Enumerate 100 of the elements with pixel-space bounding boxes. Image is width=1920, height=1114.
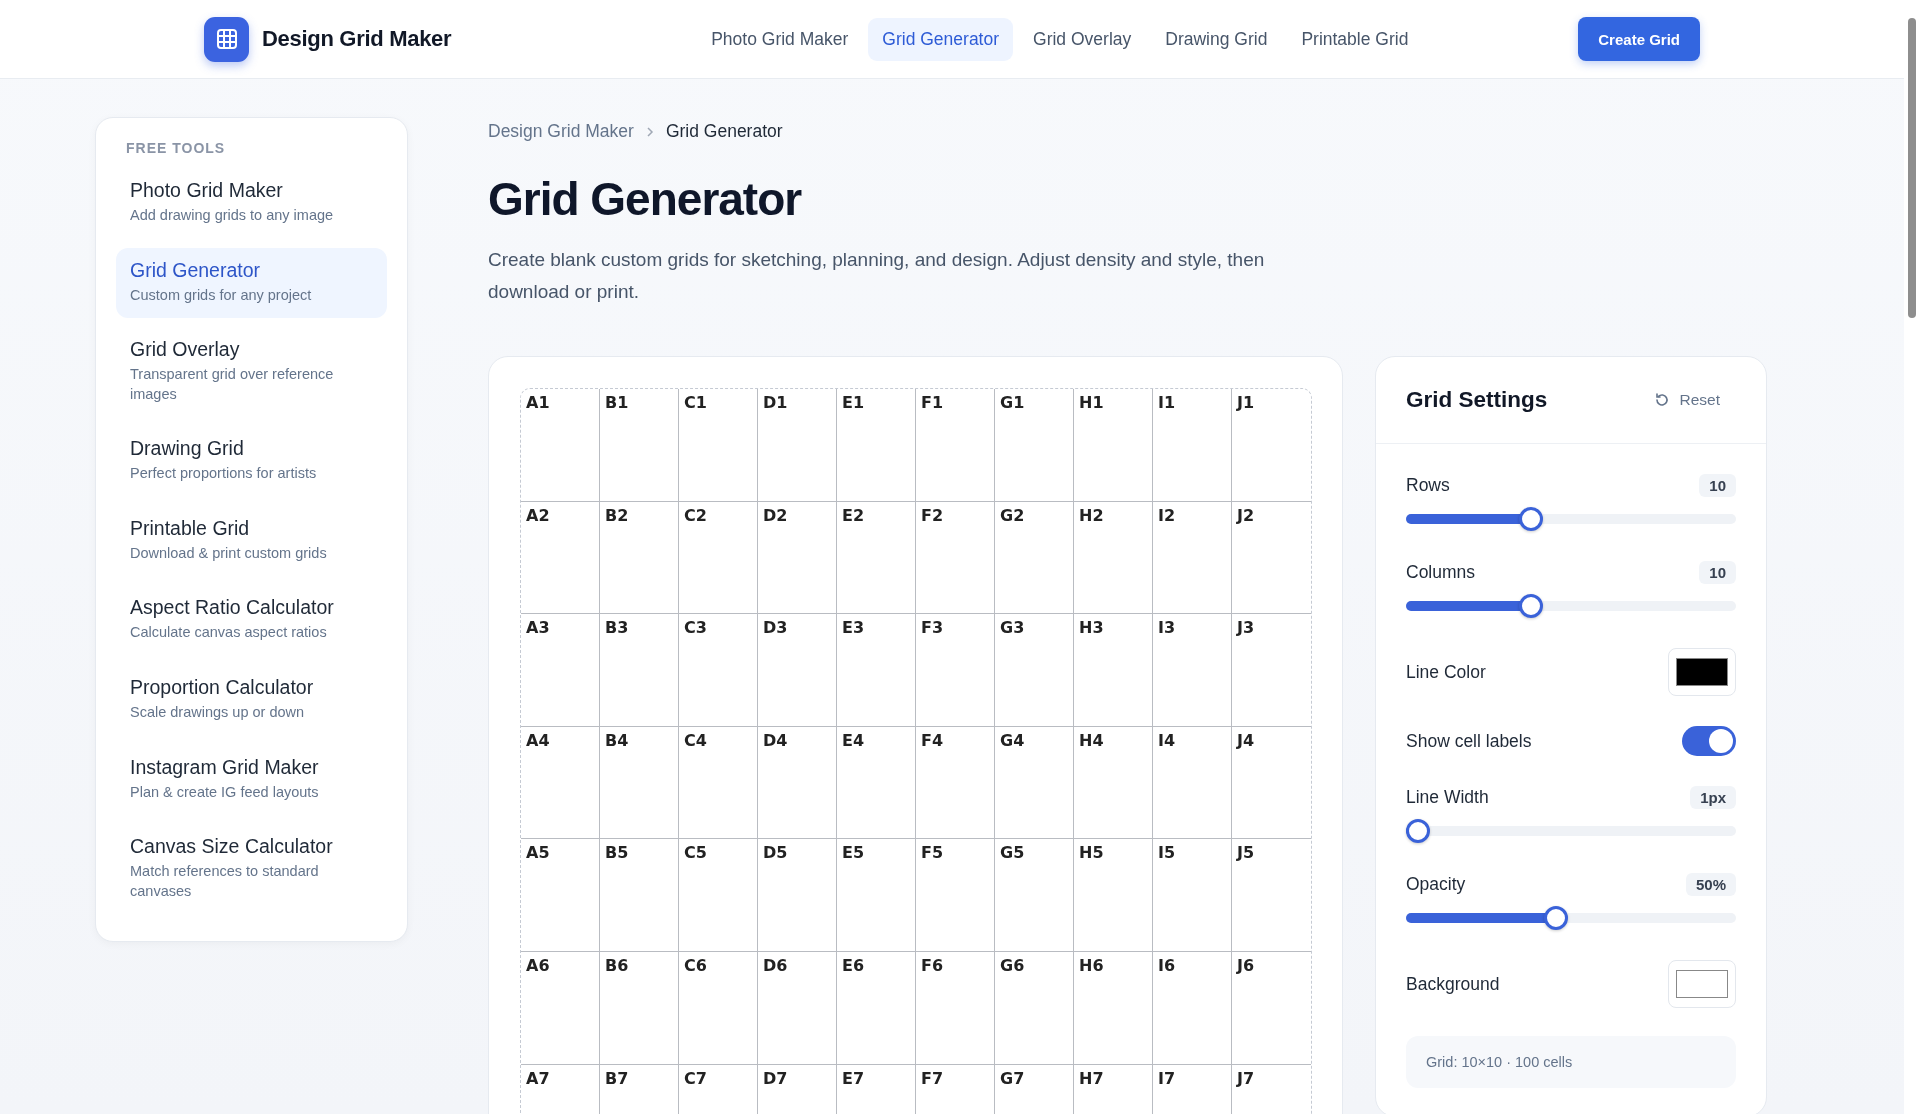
- grid-cell: J5: [1232, 839, 1311, 952]
- grid-cell: C7: [679, 1064, 758, 1114]
- grid-cell: I6: [1153, 951, 1232, 1065]
- grid-cell: E1: [837, 389, 916, 502]
- grid-cell: C4: [679, 726, 758, 840]
- sidebar-item-subtitle: Scale drawings up or down: [130, 702, 306, 722]
- grid-cell: C2: [679, 501, 758, 615]
- grid-cell: G7: [995, 1064, 1074, 1114]
- grid-cell: B2: [600, 501, 679, 615]
- grid-cell: I2: [1153, 501, 1232, 615]
- setting-value: 1px: [1690, 786, 1736, 809]
- scrollbar[interactable]: [1904, 0, 1920, 1114]
- settings-title: Grid Settings: [1406, 387, 1548, 413]
- grid-cell: F4: [916, 726, 995, 840]
- setting-label: Columns: [1406, 562, 1476, 583]
- sidebar-item[interactable]: Drawing Grid Perfect proportions for artists: [116, 426, 387, 497]
- sidebar-item-title: Canvas Size Calculator: [130, 835, 334, 859]
- slider[interactable]: [1406, 594, 1736, 618]
- setting-label: Background: [1406, 973, 1500, 995]
- logo-grid-icon: [204, 16, 249, 62]
- slider[interactable]: [1406, 819, 1736, 843]
- grid-cell: J4: [1232, 726, 1311, 840]
- grid-cell: C6: [679, 951, 758, 1065]
- sidebar-item-subtitle: Perfect proportions for artists: [130, 464, 318, 484]
- grid-cell: D2: [758, 501, 837, 615]
- grid-cell: D5: [758, 839, 837, 952]
- grid-cell: E4: [837, 726, 916, 840]
- sidebar-item-subtitle: Add drawing grids to any image: [130, 206, 335, 225]
- sidebar-item[interactable]: Photo Grid Maker Add drawing grids to any image: [116, 168, 387, 239]
- sidebar-item-title: Drawing Grid: [130, 437, 245, 461]
- setting-value: 10: [1699, 474, 1736, 497]
- slider-thumb[interactable]: [1519, 507, 1544, 531]
- grid-cell: J7: [1232, 1064, 1311, 1114]
- grid-cell: B4: [600, 726, 679, 840]
- slider[interactable]: [1406, 906, 1736, 930]
- sidebar-item-subtitle: Match references to standard canvases: [130, 862, 320, 901]
- grid-cell: A5: [521, 839, 600, 952]
- grid-cell: J3: [1232, 614, 1311, 727]
- nav-link[interactable]: Grid Generator: [868, 17, 1014, 61]
- grid-cell: F5: [916, 839, 995, 952]
- slider-thumb[interactable]: [1543, 906, 1568, 930]
- sidebar-item-title: Proportion Calculator: [130, 675, 315, 699]
- slider-thumb[interactable]: [1519, 594, 1544, 618]
- grid-cell: E3: [837, 614, 916, 727]
- grid-cell: D6: [758, 951, 837, 1065]
- grid-cell: J6: [1232, 951, 1311, 1065]
- reset-button[interactable]: Reset: [1647, 390, 1726, 410]
- setting-label: Show cell labels: [1406, 730, 1532, 752]
- sidebar-item-title: Aspect Ratio Calculator: [130, 596, 335, 620]
- slider-thumb[interactable]: [1406, 819, 1430, 843]
- sidebar-item-title: Printable Grid: [130, 516, 251, 540]
- grid-summary: Grid: 10×10 · 100 cells: [1406, 1036, 1736, 1088]
- nav-link[interactable]: Printable Grid: [1287, 17, 1423, 61]
- sidebar-item[interactable]: Aspect Ratio Calculator Calculate canvas aspect ratios: [116, 585, 387, 656]
- grid-cell: H5: [1074, 839, 1153, 952]
- breadcrumb-current: Grid Generator: [665, 121, 783, 142]
- nav-link[interactable]: Drawing Grid: [1151, 17, 1282, 61]
- grid-cell: C5: [679, 839, 758, 952]
- setting-label: Line Width: [1406, 787, 1489, 808]
- grid-cell: G1: [995, 389, 1074, 502]
- create-grid-button[interactable]: Create Grid: [1578, 17, 1700, 61]
- grid-cell: G3: [995, 614, 1074, 727]
- color-picker[interactable]: [1668, 648, 1736, 696]
- color-picker[interactable]: [1668, 960, 1736, 1008]
- grid-cell: I1: [1153, 389, 1232, 502]
- grid-cell: B3: [600, 614, 679, 727]
- chevron-right-icon: [645, 125, 654, 138]
- grid-cell: F3: [916, 614, 995, 727]
- breadcrumb-link[interactable]: Design Grid Maker: [488, 121, 634, 142]
- sidebar-item[interactable]: Grid Generator Custom grids for any project: [116, 247, 387, 319]
- logo-text: Design Grid Maker: [262, 26, 452, 52]
- grid-cell: G2: [995, 501, 1074, 615]
- grid-cell: F7: [916, 1064, 995, 1114]
- page-description: Create blank custom grids for sketching, planning, and design. Adjust density and style, then download or print.: [488, 248, 1266, 304]
- nav-link[interactable]: Grid Overlay: [1019, 17, 1146, 61]
- grid-cell: B1: [600, 389, 679, 502]
- grid-cell: A7: [521, 1064, 600, 1114]
- grid-cell: G6: [995, 951, 1074, 1065]
- grid-cell: H1: [1074, 389, 1153, 502]
- grid-cell: H3: [1074, 614, 1153, 727]
- toggle-switch[interactable]: [1682, 726, 1736, 756]
- grid-cell: D7: [758, 1064, 837, 1114]
- sidebar-item[interactable]: Proportion Calculator Scale drawings up or down: [116, 664, 387, 736]
- sidebar-item[interactable]: Canvas Size Calculator Match references to standard canvases: [116, 824, 387, 915]
- grid-cell: J1: [1232, 389, 1311, 502]
- grid-cell: A1: [521, 389, 600, 502]
- sidebar-item[interactable]: Printable Grid Download & print custom grids: [116, 505, 387, 577]
- setting-value: 50%: [1685, 873, 1736, 896]
- grid-cell: B7: [600, 1064, 679, 1114]
- page-title: Grid Generator: [488, 172, 803, 226]
- grid-cell: D1: [758, 389, 837, 502]
- slider[interactable]: [1406, 507, 1736, 531]
- grid-cell: H7: [1074, 1064, 1153, 1114]
- nav-link[interactable]: Photo Grid Maker: [697, 17, 863, 61]
- sidebar-item[interactable]: Grid Overlay Transparent grid over reference images: [116, 327, 387, 418]
- grid-cell: I4: [1153, 726, 1232, 840]
- grid-cell: J2: [1232, 501, 1311, 615]
- grid-cell: F6: [916, 951, 995, 1065]
- sidebar-item-subtitle: Custom grids for any project: [130, 285, 313, 305]
- sidebar-item[interactable]: Instagram Grid Maker Plan & create IG feed layouts: [116, 744, 387, 816]
